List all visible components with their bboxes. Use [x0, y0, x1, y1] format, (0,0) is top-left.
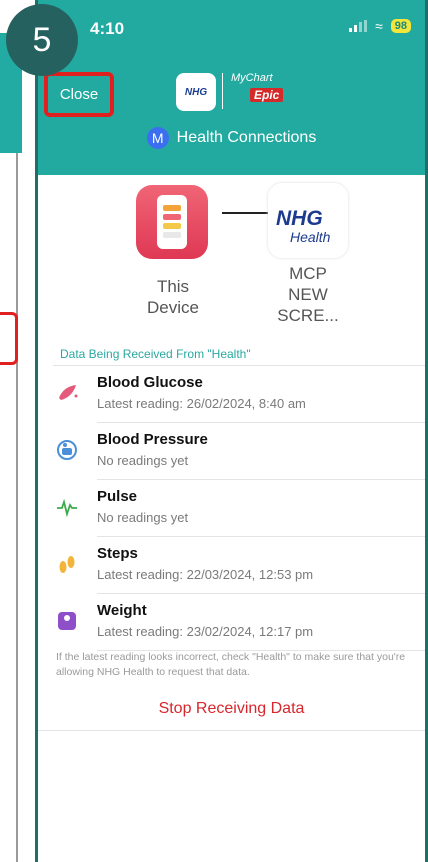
account-badge: M [146, 127, 169, 149]
source-caption-line2: Device [147, 298, 199, 317]
help-note: If the latest reading looks incorrect, c… [56, 651, 406, 678]
nhg-logo-name: NHG [276, 207, 323, 230]
item-subtitle: No readings yet [97, 453, 189, 468]
target-caption-line1: MCP [289, 264, 327, 283]
status-time: 4:10 [90, 19, 125, 38]
mychart-logo: MyChart [231, 72, 273, 84]
source-caption-line1: This [156, 277, 190, 296]
signal-icon [349, 20, 368, 32]
previous-highlight-box [0, 312, 18, 365]
phone-screen: 4:10 ≈ 98 Close NHG MyChart Epic M Healt… [35, 0, 428, 862]
item-title: Blood Glucose [97, 374, 203, 391]
logo-divider [222, 73, 223, 109]
list-item-weight[interactable]: Weight Latest reading: 23/02/2024, 12:17… [38, 594, 425, 651]
source-caption: This Device [133, 276, 213, 318]
wifi-icon: ≈ [375, 18, 383, 34]
health-app-icon [136, 185, 208, 259]
item-subtitle: Latest reading: 23/02/2024, 12:17 pm [97, 624, 314, 639]
target-caption-line3: SCRE... [277, 306, 339, 325]
footsteps-icon [59, 556, 75, 573]
blood-drop-icon [59, 385, 78, 400]
close-button[interactable]: Close [44, 72, 114, 117]
nhg-health-logo: NHG Health [268, 183, 348, 258]
divider [38, 730, 425, 731]
heartbeat-icon [57, 498, 77, 518]
item-title: Weight [97, 602, 147, 619]
item-subtitle: Latest reading: 26/02/2024, 8:40 am [97, 396, 306, 411]
page-title-text: Health Connections [176, 129, 317, 146]
target-caption: MCP NEW SCRE... [268, 263, 348, 326]
item-subtitle: No readings yet [97, 510, 189, 525]
list-item-blood-pressure[interactable]: Blood Pressure No readings yet [38, 423, 425, 480]
list-item-blood-glucose[interactable]: Blood Glucose Latest reading: 26/02/2024… [38, 366, 425, 423]
previous-screen-edge [0, 0, 22, 862]
step-number-badge: 5 [6, 4, 78, 76]
status-icons: ≈ 98 [349, 18, 411, 34]
app-header: 4:10 ≈ 98 Close NHG MyChart Epic M Healt… [38, 0, 425, 175]
list-item-steps[interactable]: Steps Latest reading: 22/03/2024, 12:53 … [38, 537, 425, 594]
item-title: Steps [97, 545, 138, 562]
target-caption-line2: NEW [288, 285, 328, 304]
nhg-logo-text: NHG [184, 86, 208, 98]
scale-icon [58, 612, 76, 630]
previous-screen-border [16, 153, 18, 862]
phone-graphic [157, 195, 187, 249]
nhg-logo: NHG [176, 73, 216, 111]
item-title: Blood Pressure [97, 431, 208, 448]
list-item-pulse[interactable]: Pulse No readings yet [38, 480, 425, 537]
item-subtitle: Latest reading: 22/03/2024, 12:53 pm [97, 567, 314, 582]
epic-logo: Epic [250, 88, 284, 102]
nhg-logo-health: Health [290, 229, 331, 245]
page-title: M Health Connections [38, 127, 425, 149]
stop-receiving-button[interactable]: Stop Receiving Data [38, 700, 425, 718]
battery-indicator: 98 [390, 19, 411, 33]
blood-pressure-icon [57, 440, 77, 460]
section-header: Data Being Received From "Health" [60, 347, 251, 361]
item-title: Pulse [97, 488, 138, 505]
